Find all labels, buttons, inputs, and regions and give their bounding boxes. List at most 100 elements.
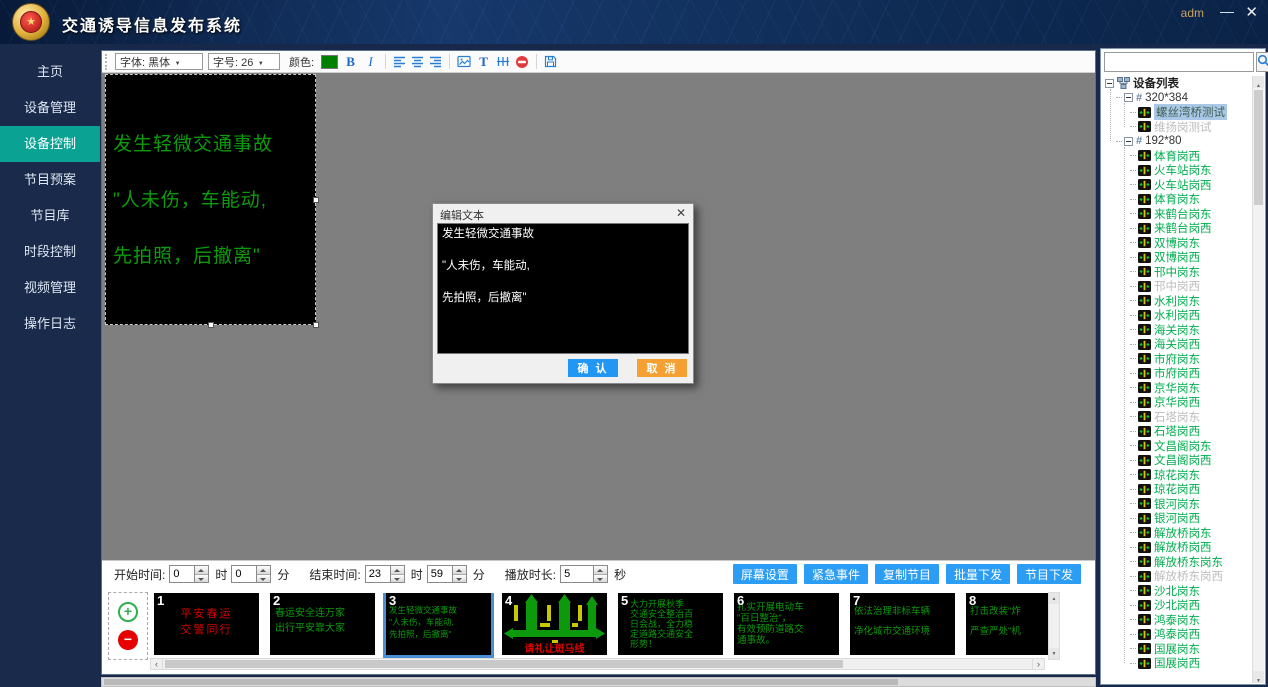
program-send-button[interactable]: 节目下发: [1017, 564, 1081, 584]
collapse-icon[interactable]: [1124, 93, 1133, 102]
search-button[interactable]: [1256, 52, 1268, 72]
cancel-button[interactable]: 取 消: [637, 359, 687, 377]
tree-device-item[interactable]: 双博岗东: [1103, 236, 1251, 251]
dialog-close-icon[interactable]: ✕: [676, 206, 686, 220]
tree-device-item[interactable]: 海关岗西: [1103, 337, 1251, 352]
tree-device-item[interactable]: 鸿泰岗东: [1103, 613, 1251, 628]
tree-device-item[interactable]: 银河岗东: [1103, 497, 1251, 512]
batch-send-button[interactable]: 批量下发: [946, 564, 1010, 584]
align-right-icon[interactable]: [429, 55, 442, 68]
start-minute-stepper[interactable]: [257, 565, 271, 583]
scroll-up-icon[interactable]: [1253, 76, 1264, 88]
confirm-button[interactable]: 确 认: [568, 359, 618, 377]
tree-root[interactable]: 设备列表: [1103, 76, 1251, 91]
tree-scrollbar[interactable]: [1252, 76, 1264, 683]
emergency-event-button[interactable]: 紧急事件: [804, 564, 868, 584]
tree-device-item[interactable]: 来鹤台岗西: [1103, 221, 1251, 236]
playlist-item[interactable]: 发生轻微交通事故"人未伤，车能动,先拍照，后撤离"3: [386, 593, 491, 655]
tree-device-item[interactable]: 鸿泰岗西: [1103, 627, 1251, 642]
scrollbar-thumb[interactable]: [1254, 90, 1263, 205]
no-entry-icon[interactable]: [515, 55, 529, 69]
align-left-icon[interactable]: [393, 55, 406, 68]
tree-device-item[interactable]: 国展岗东: [1103, 642, 1251, 657]
resize-handle-corner[interactable]: [313, 322, 319, 328]
playlist-item[interactable]: 扎实开展电动车"百日整治"，有效预防道路交通事故。6: [734, 593, 839, 655]
screen-settings-button[interactable]: 屏幕设置: [733, 564, 797, 584]
sidebar-item-device-control[interactable]: 设备控制: [0, 126, 100, 162]
tree-device-item[interactable]: 琼花岗西: [1103, 482, 1251, 497]
main-horizontal-scrollbar[interactable]: [101, 677, 1096, 687]
username[interactable]: adm: [1181, 6, 1204, 20]
tree-device-item[interactable]: 市府岗西: [1103, 366, 1251, 381]
italic-button[interactable]: I: [363, 54, 378, 70]
dialog-textarea[interactable]: 发生轻微交通事故 "人未伤，车能动, 先拍照，后撤离": [437, 223, 689, 354]
playlist-horizontal-scrollbar[interactable]: [150, 658, 1045, 670]
start-hour-stepper[interactable]: [195, 565, 209, 583]
tree-device-item[interactable]: 双博岗西: [1103, 250, 1251, 265]
scrollbar-track[interactable]: [163, 658, 1032, 670]
tree-device-item[interactable]: 沙北岗西: [1103, 598, 1251, 613]
sidebar-item-program-library[interactable]: 节目库: [0, 198, 100, 234]
scroll-up-icon[interactable]: [1049, 593, 1059, 604]
scroll-left-icon[interactable]: [150, 658, 163, 670]
tree-device-item[interactable]: 银河岗西: [1103, 511, 1251, 526]
playlist-vertical-scrollbar[interactable]: [1048, 592, 1060, 660]
dialog-titlebar[interactable]: 编辑文本 ✕: [433, 204, 693, 223]
tree-device-item[interactable]: 石塔岗西: [1103, 424, 1251, 439]
tree-device-item[interactable]: 维扬岗测试: [1103, 120, 1251, 135]
tree-device-item[interactable]: 京华岗西: [1103, 395, 1251, 410]
scrollbar-thumb[interactable]: [165, 660, 843, 668]
tree-device-item[interactable]: 海关岗东: [1103, 323, 1251, 338]
insert-image-icon[interactable]: [457, 55, 471, 68]
save-icon[interactable]: [544, 55, 557, 68]
tree-device-item[interactable]: 体育岗西: [1103, 149, 1251, 164]
align-center-icon[interactable]: [411, 55, 424, 68]
tree-device-item[interactable]: 邗中岗西: [1103, 279, 1251, 294]
tree-device-item[interactable]: 火车站岗东: [1103, 163, 1251, 178]
sidebar-item-video-manage[interactable]: 视频管理: [0, 270, 100, 306]
tree-device-item[interactable]: 琼花岗东: [1103, 468, 1251, 483]
tree-device-item[interactable]: 石塔岗东: [1103, 410, 1251, 425]
tree-group[interactable]: 192*80: [1103, 134, 1251, 149]
scroll-right-icon[interactable]: [1032, 658, 1045, 670]
playlist-item[interactable]: 打击改装"炸严查严处"机8: [966, 593, 1048, 655]
collapse-icon[interactable]: [1105, 79, 1114, 88]
duration-stepper[interactable]: [594, 565, 608, 583]
sidebar-item-program-plan[interactable]: 节目预案: [0, 162, 100, 198]
duration-input[interactable]: [560, 565, 594, 583]
close-icon[interactable]: ✕: [1245, 3, 1258, 21]
playlist-item[interactable]: 平安春运交警同行1: [154, 593, 259, 655]
tree-device-item[interactable]: 解放桥东岗东: [1103, 555, 1251, 570]
add-program-button[interactable]: +: [118, 602, 138, 622]
tree-device-item[interactable]: 解放桥东岗西: [1103, 569, 1251, 584]
tree-device-item[interactable]: 市府岗东: [1103, 352, 1251, 367]
color-swatch[interactable]: [321, 55, 338, 69]
tree-device-item[interactable]: 文昌阁岗东: [1103, 439, 1251, 454]
tree-device-item[interactable]: 螺丝湾桥测试: [1103, 105, 1251, 120]
end-hour-stepper[interactable]: [391, 565, 405, 583]
scrollbar-thumb[interactable]: [104, 679, 898, 685]
font-size-select[interactable]: 字号: 26: [208, 53, 280, 70]
sidebar-item-period-control[interactable]: 时段控制: [0, 234, 100, 270]
end-minute-stepper[interactable]: [453, 565, 467, 583]
tree-device-item[interactable]: 国展岗西: [1103, 656, 1251, 671]
end-minute-input[interactable]: [427, 565, 453, 583]
led-preview[interactable]: 发生轻微交通事故"人未伤，车能动,先拍照，后撤离": [105, 74, 316, 325]
start-hour-input[interactable]: [169, 565, 195, 583]
resize-handle-right[interactable]: [313, 197, 319, 203]
tree-device-item[interactable]: 解放桥岗西: [1103, 540, 1251, 555]
copy-program-button[interactable]: 复制节目: [875, 564, 939, 584]
font-family-select[interactable]: 字体: 黑体: [115, 53, 203, 70]
collapse-icon[interactable]: [1124, 137, 1133, 146]
tree-device-item[interactable]: 火车站岗西: [1103, 178, 1251, 193]
tree-device-item[interactable]: 文昌阁岗西: [1103, 453, 1251, 468]
playlist-item[interactable]: 大力开展秋季交通安全整治百日会战，全力稳定道路交通安全形势！5: [618, 593, 723, 655]
tree-device-item[interactable]: 水利岗东: [1103, 294, 1251, 309]
end-hour-input[interactable]: [365, 565, 391, 583]
tree-group[interactable]: 320*384: [1103, 91, 1251, 106]
playlist-item[interactable]: 依法治理非标车辆净化城市交通环境7: [850, 593, 955, 655]
tree-device-item[interactable]: 水利岗西: [1103, 308, 1251, 323]
playlist-item[interactable]: 请礼让斑马线4: [502, 593, 607, 655]
tree-device-item[interactable]: 体育岗东: [1103, 192, 1251, 207]
bold-button[interactable]: B: [343, 54, 358, 70]
